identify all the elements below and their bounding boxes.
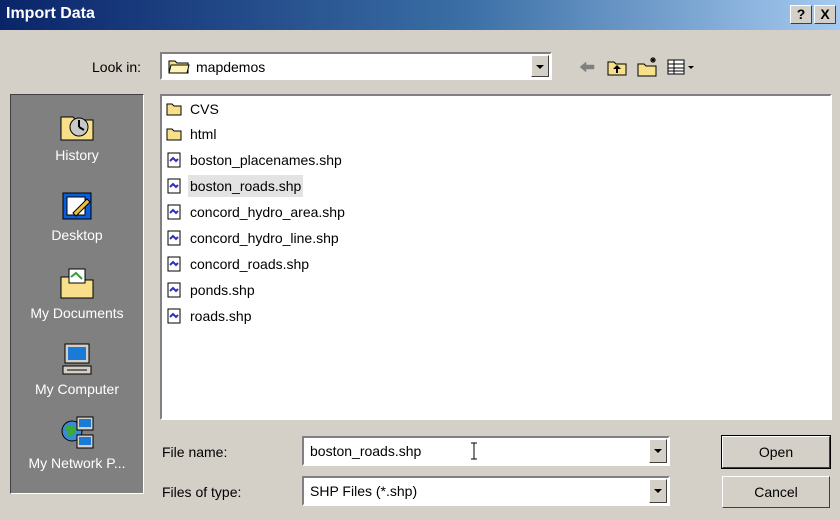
shp-file-icon [167,282,181,298]
folder-icon [168,60,190,74]
file-name: roads.shp [190,308,252,324]
file-name: concord_roads.shp [190,256,310,272]
my-network-places-icon [61,416,94,449]
file-list[interactable]: CVS html boston_placenames.shp boston_ro… [160,94,832,420]
folder-icon [166,128,182,141]
file-name: boston_roads.shp [188,175,304,197]
file-type-dropdown-button[interactable] [649,479,667,503]
text-cursor-icon [471,442,477,460]
places-bar: History Desktop My Documents My Computer [10,94,144,494]
file-name-label: File name: [162,444,228,460]
file-name-value: boston_roads.shp [310,443,422,459]
shp-file-icon [167,152,181,168]
place-my-documents[interactable]: My Documents [11,265,143,321]
shp-file-icon [167,308,181,324]
file-type-value: SHP Files (*.shp) [310,483,418,499]
place-history[interactable]: History [11,107,143,163]
help-button[interactable]: ? [790,5,812,24]
look-in-dropdown-button[interactable] [531,55,549,77]
file-name: boston_placenames.shp [190,152,342,168]
cancel-button[interactable]: Cancel [722,476,830,508]
shp-file-icon [167,256,181,272]
place-label: My Network P... [28,455,126,471]
close-button[interactable]: X [814,5,836,24]
my-computer-icon [62,343,92,375]
place-label: Desktop [51,227,103,243]
place-label: My Documents [30,305,124,321]
back-arrow-icon[interactable] [576,56,598,78]
place-label: History [55,147,99,163]
file-name: concord_hydro_area.shp [190,204,345,220]
up-folder-icon[interactable] [606,56,628,78]
shp-file-icon [167,178,181,194]
desktop-icon [62,192,92,220]
file-name: ponds.shp [190,282,255,298]
file-type-label: Files of type: [162,484,242,500]
file-name: CVS [190,101,219,117]
file-name: concord_hydro_line.shp [190,230,339,246]
history-icon [60,116,94,141]
open-button[interactable]: Open [721,435,831,469]
shp-file-icon [167,204,181,220]
file-name-input[interactable]: boston_roads.shp [302,436,670,466]
folder-icon [166,103,182,116]
view-menu-icon[interactable] [666,56,696,78]
place-label: My Computer [34,381,120,397]
title-bar[interactable]: Import Data ? X [0,0,840,30]
look-in-value: mapdemos [196,59,266,75]
shp-file-icon [167,230,181,246]
new-folder-icon[interactable] [636,56,658,78]
my-documents-icon [60,268,94,299]
place-desktop[interactable]: Desktop [11,187,143,243]
window-title: Import Data [6,5,95,22]
file-name: html [190,126,217,142]
look-in-combo[interactable]: mapdemos [160,52,552,80]
file-name-dropdown-button[interactable] [649,439,667,463]
look-in-label: Look in: [92,59,142,75]
place-my-network[interactable]: My Network P... [11,415,143,471]
place-my-computer[interactable]: My Computer [11,341,143,397]
file-type-select[interactable]: SHP Files (*.shp) [302,476,670,506]
